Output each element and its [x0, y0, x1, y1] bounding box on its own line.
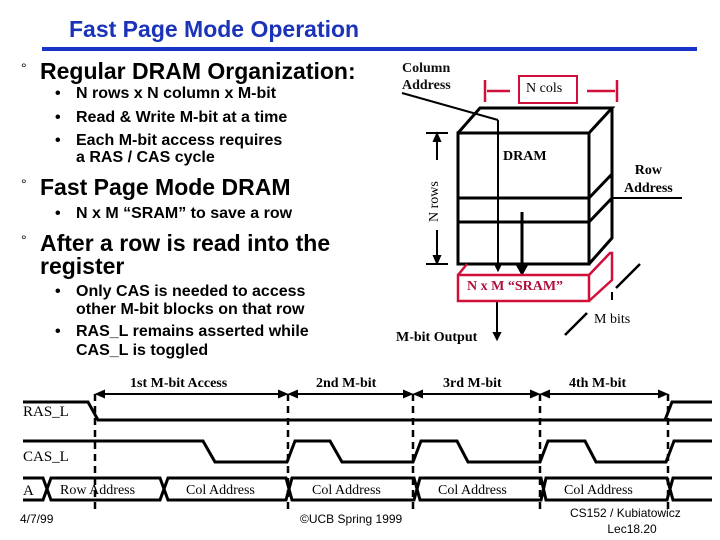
ras-l-waveform	[23, 400, 712, 422]
interval-label: 2nd M-bit	[316, 376, 377, 391]
signal-label-cas: CAS_L	[23, 449, 69, 465]
interval-label: 3rd M-bit	[443, 376, 502, 391]
address-value: Col Address	[186, 483, 255, 498]
interval-label: 4th M-bit	[569, 376, 627, 391]
signal-label-address: A	[23, 483, 34, 499]
footer-date: 4/7/99	[20, 512, 54, 526]
signal-label-ras: RAS_L	[23, 404, 69, 420]
address-value: Row Address	[60, 483, 136, 498]
interval-label: 1st M-bit Access	[130, 376, 228, 391]
address-value: Col Address	[564, 483, 633, 498]
address-value: Col Address	[312, 483, 381, 498]
footer-copyright: ©UCB Spring 1999	[300, 512, 403, 526]
footer-course: CS152 / Kubiatowicz Lec18.20	[570, 506, 681, 536]
cas-l-waveform	[23, 439, 712, 464]
timing-diagram	[23, 389, 712, 512]
address-value: Col Address	[438, 483, 507, 498]
